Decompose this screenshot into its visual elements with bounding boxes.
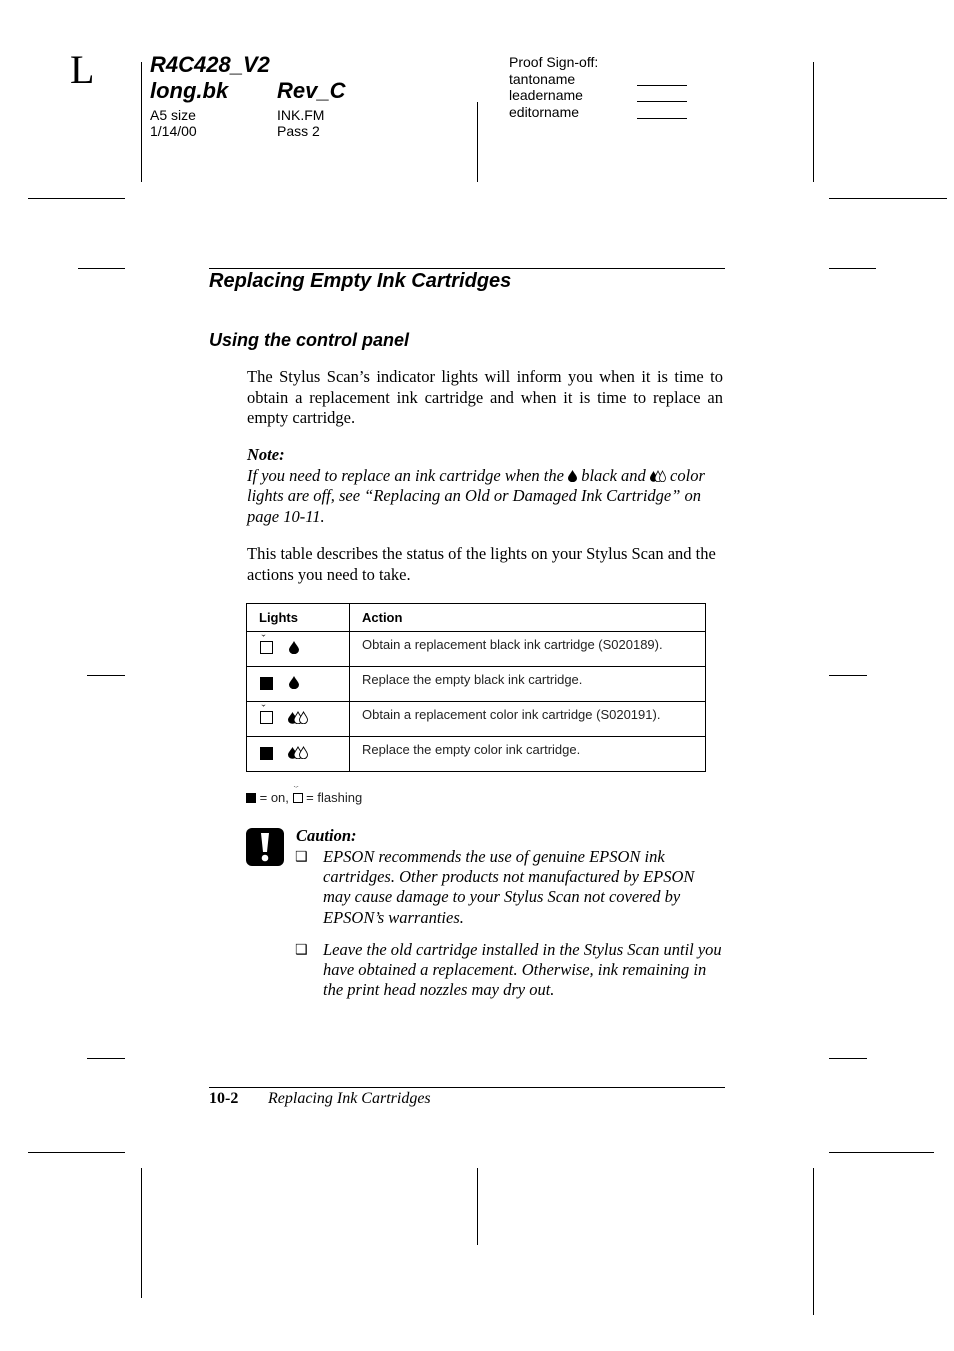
crop-mark	[829, 268, 876, 269]
note-label: Note:	[247, 445, 285, 464]
note: Note: If you need to replace an ink cart…	[247, 445, 723, 527]
color-ink-drops-icon	[288, 711, 308, 724]
crop-mark	[87, 675, 125, 676]
color-ink-drops-icon	[288, 746, 308, 759]
signature-line	[637, 118, 687, 119]
caution-item: EPSON recommends the use of genuine EPSO…	[323, 847, 695, 927]
signature-line	[637, 85, 687, 86]
header-lights: Lights	[246, 603, 350, 632]
legend-flashing-text: = flashing	[306, 790, 363, 805]
lights-cell: ˋ'ˊ	[246, 631, 350, 667]
black-ink-drop-icon	[289, 676, 299, 689]
exclamation-glyph	[261, 833, 269, 862]
project-code: R4C428_V2	[150, 52, 270, 77]
crop-mark	[829, 1058, 867, 1059]
legend-on-text: = on,	[259, 790, 289, 805]
page-side-mark: L	[70, 47, 95, 92]
action-cell: Obtain a replacement color ink cartridge…	[349, 701, 706, 737]
crop-mark	[813, 1168, 814, 1315]
header-action: Action	[349, 603, 706, 632]
proof-signoff: Proof Sign-off: tantoname leadername edi…	[509, 54, 598, 120]
crop-mark	[829, 675, 867, 676]
crop-mark	[141, 1168, 142, 1298]
section-rule	[209, 268, 725, 269]
footer-rule	[209, 1087, 725, 1088]
action-cell: Replace the empty color ink cartridge.	[349, 736, 706, 772]
action-cell: Obtain a replacement black ink cartridge…	[349, 631, 706, 667]
caution-exclamation-icon	[246, 828, 284, 866]
page-number: 10-2	[209, 1090, 239, 1107]
source-file: INK.FM	[277, 107, 325, 123]
pass: Pass 2	[277, 123, 320, 139]
signature-line	[637, 101, 687, 102]
section-title: Replacing Empty Ink Cartridges	[209, 270, 512, 292]
action-cell: Replace the empty black ink cartridge.	[349, 666, 706, 702]
caution-item: Leave the old cartridge installed in the…	[323, 940, 722, 1000]
crop-mark	[829, 1152, 934, 1153]
light-flashing-icon	[260, 641, 273, 654]
table-intro: This table describes the status of the l…	[247, 544, 716, 584]
crop-mark	[87, 1058, 125, 1059]
proof-title: Proof Sign-off:	[509, 54, 599, 70]
table-header-row: Lights Action	[246, 603, 706, 632]
table-row: Replace the empty color ink cartridge.	[246, 736, 706, 772]
black-ink-drop-icon	[568, 469, 578, 482]
section-subtitle: Using the control panel	[209, 330, 410, 350]
book-file: long.bk	[150, 78, 229, 103]
chapter-title: Replacing Ink Cartridges	[268, 1090, 431, 1107]
table-row: ˋ'ˊ Obtain a replacement black ink cartr…	[246, 631, 706, 667]
table-row: ˋ'ˊ Obtain a replacement color ink cartr…	[246, 701, 706, 737]
page-size: A5 size	[150, 107, 196, 123]
signer-tanto: tantoname	[509, 70, 576, 87]
crop-mark	[829, 198, 947, 199]
black-ink-drop-icon	[289, 641, 299, 654]
table-row: Replace the empty black ink cartridge.	[246, 666, 706, 702]
crop-mark	[477, 102, 478, 182]
lights-cell	[246, 666, 350, 702]
signer-leader: leadername	[509, 87, 583, 103]
note-text: If you need to replace an ink cartridge …	[247, 465, 705, 526]
light-on-icon	[260, 677, 273, 690]
crop-mark	[813, 62, 814, 182]
lights-table: Lights Action ˋ'ˊ Obtain a replacement b…	[246, 603, 706, 772]
light-on-icon	[260, 747, 273, 760]
color-ink-drops-icon	[649, 469, 666, 482]
crop-mark	[28, 198, 125, 199]
intro-paragraph: The Stylus Scan’s indicator lights will …	[247, 367, 723, 427]
checkbox-bullet-icon: ❑	[295, 848, 308, 864]
light-flashing-icon	[260, 711, 273, 724]
revision: Rev_C	[277, 78, 346, 103]
signer-editor: editorname	[509, 103, 580, 120]
lights-legend: = on, ˋ'ˊ = flashing	[246, 787, 363, 805]
crop-mark	[477, 1168, 478, 1245]
caution-label: Caution:	[296, 826, 357, 845]
date: 1/14/00	[150, 123, 197, 139]
crop-mark	[141, 62, 142, 182]
crop-mark	[78, 268, 125, 269]
light-flashing-icon: ˋ'ˊ	[292, 787, 303, 803]
lights-cell: ˋ'ˊ	[246, 701, 350, 737]
lights-cell	[246, 736, 350, 772]
light-on-icon	[246, 793, 256, 803]
checkbox-bullet-icon: ❑	[295, 941, 308, 957]
crop-mark	[28, 1152, 125, 1153]
